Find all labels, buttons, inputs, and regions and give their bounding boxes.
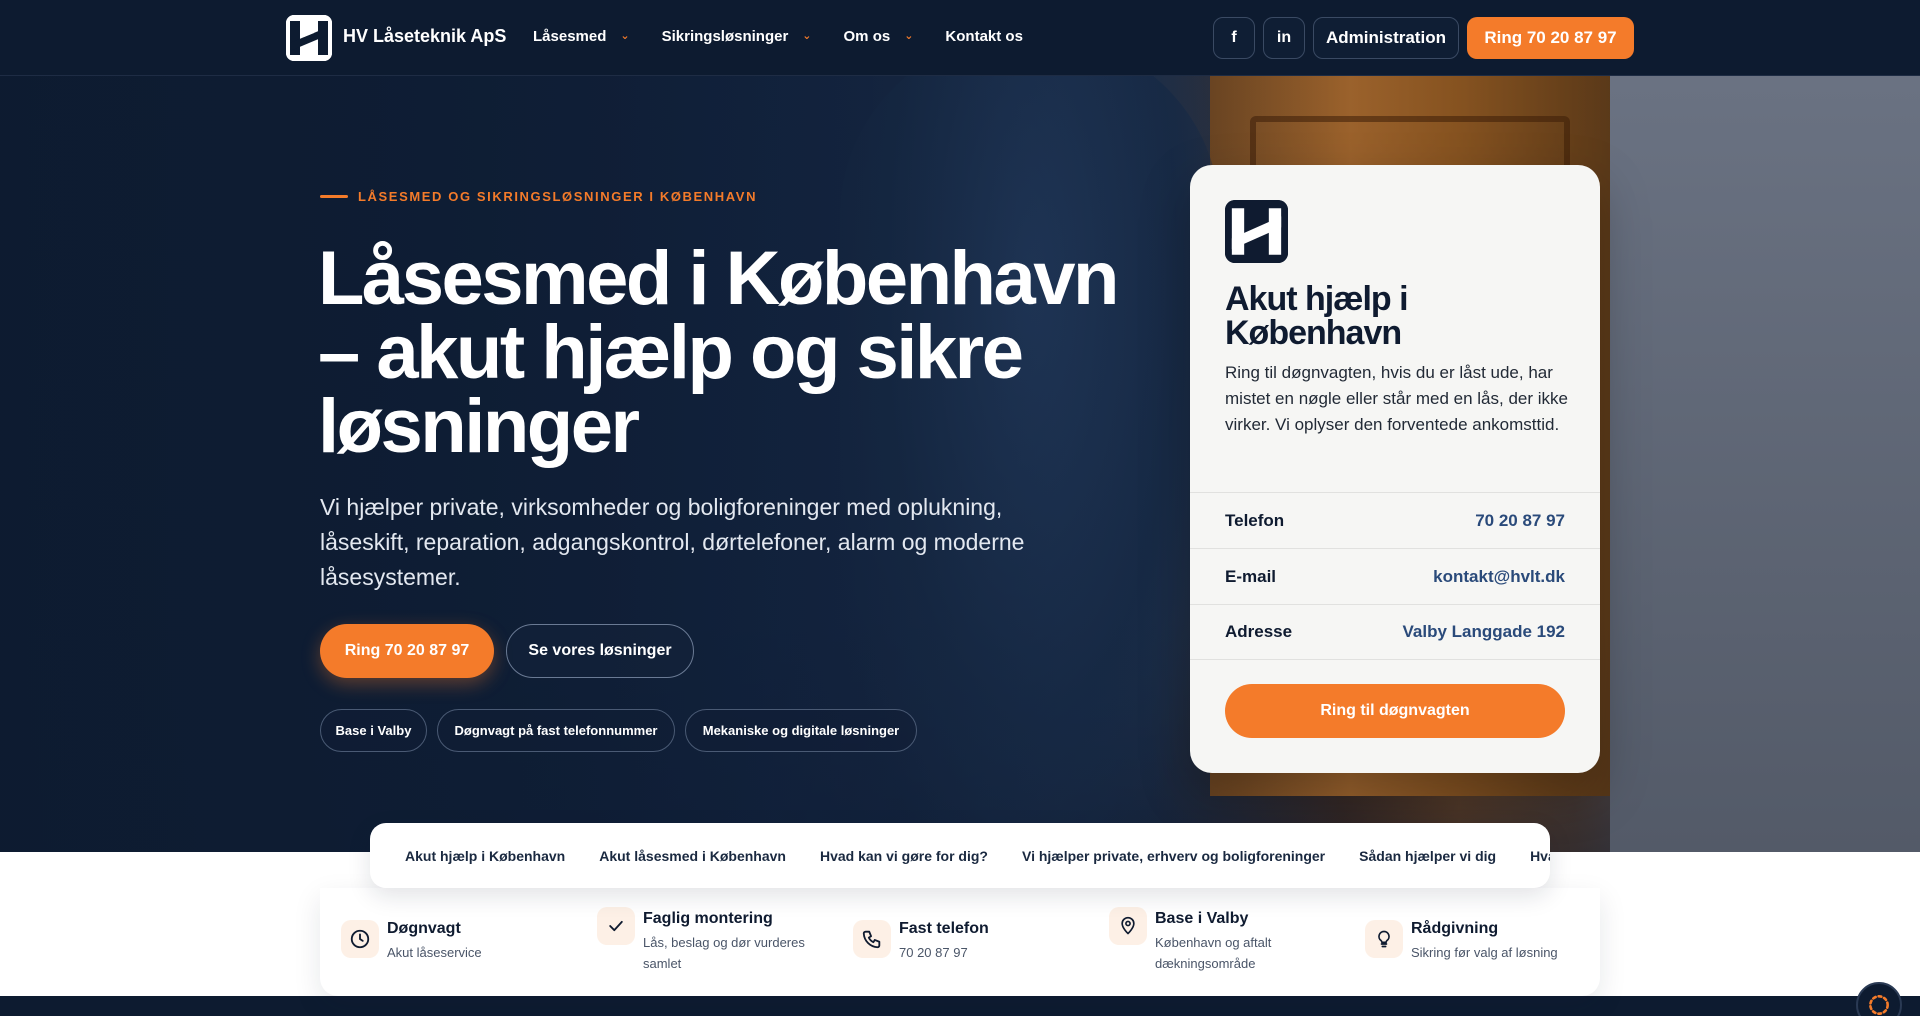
- pill-dognvagt: Døgnvagt på fast telefonnummer: [437, 709, 675, 752]
- feature-fast-telefon: Fast telefon 70 20 87 97: [832, 888, 1082, 996]
- feature-desc: Akut låseservice: [387, 945, 482, 960]
- call-dognvagt-button[interactable]: Ring til døgnvagten: [1225, 684, 1565, 738]
- nav-item-kontakt-os[interactable]: Kontakt os: [945, 28, 1023, 45]
- chevron-down-icon: ⌄: [904, 30, 914, 42]
- call-button-header[interactable]: Ring 70 20 87 97: [1467, 17, 1634, 59]
- feature-title: Fast telefon: [899, 920, 989, 937]
- eyebrow-line: [320, 195, 348, 198]
- hero-eyebrow-text: LÅSESMED OG SIKRINGSLØSNINGER I KØBENHAV…: [358, 189, 758, 204]
- call-button-hero[interactable]: Ring 70 20 87 97: [320, 624, 494, 678]
- map-pin-icon: [1109, 907, 1147, 945]
- tab-akut-hjaelp[interactable]: Akut hjælp i København: [405, 848, 565, 864]
- feature-desc: 70 20 87 97: [899, 945, 968, 960]
- feature-dognvagt: Døgnvagt Akut låseservice: [320, 888, 570, 996]
- card-row-adresse: Adresse Valby Langgade 192: [1190, 604, 1600, 660]
- hero-overlay: [0, 76, 1920, 852]
- card-row-email: E-mail kontakt@hvlt.dk: [1190, 548, 1600, 604]
- feature-base-valby: Base i Valby København og aftalt dækning…: [1088, 888, 1338, 996]
- brand-logo-icon[interactable]: [286, 15, 332, 61]
- feature-desc: København og aftalt dækningsområde: [1155, 935, 1272, 971]
- hero-subtitle: Vi hjælper private, virksomheder og boli…: [320, 494, 1025, 590]
- feature-title: Base i Valby: [1155, 910, 1249, 927]
- tab-akut-lasesmed[interactable]: Akut låsesmed i København: [599, 848, 786, 864]
- see-solutions-button[interactable]: Se vores løsninger: [506, 624, 694, 678]
- feature-title: Rådgivning: [1411, 920, 1499, 937]
- features-bar: Døgnvagt Akut låseservice Faglig monteri…: [320, 888, 1600, 996]
- check-icon: [597, 907, 635, 945]
- chevron-down-icon: ⌄: [802, 30, 812, 42]
- nav-item-label: Låsesmed: [533, 28, 607, 45]
- nav-item-sikringslosninger[interactable]: Sikringsløsninger ⌄: [662, 28, 812, 45]
- nav-item-label: Sikringsløsninger: [661, 28, 789, 45]
- phone-icon: [853, 920, 891, 958]
- feature-title: Faglig montering: [643, 910, 773, 927]
- chat-widget-icon[interactable]: [1856, 982, 1902, 1016]
- nav-item-lasesmed[interactable]: Låsesmed ⌄: [533, 28, 630, 45]
- emergency-card: Akut hjælp i København Ring til døgnvagt…: [1190, 165, 1600, 773]
- row-label: E-mail: [1225, 566, 1277, 586]
- tab-sadan-hjaelper[interactable]: Sådan hjælper vi dig: [1359, 848, 1496, 864]
- lightbulb-icon: [1365, 920, 1403, 958]
- row-label: Adresse: [1225, 622, 1293, 641]
- hero-section: LÅSESMED OG SIKRINGSLØSNINGER I KØBENHAV…: [0, 76, 1920, 852]
- pill-mekaniske-digitale: Mekaniske og digitale løsninger: [685, 709, 917, 752]
- footer-band: [0, 996, 1920, 1016]
- linkedin-button[interactable]: in: [1263, 17, 1305, 59]
- card-title: Akut hjælp i København: [1225, 280, 1409, 352]
- card-text: Ring til døgnvagten, hvis du er låst ude…: [1225, 363, 1568, 434]
- clock-icon: [341, 920, 379, 958]
- hero-eyebrow: LÅSESMED OG SIKRINGSLØSNINGER I KØBENHAV…: [320, 189, 757, 204]
- chevron-down-icon: ⌄: [620, 30, 630, 42]
- feature-desc: Lås, beslag og dør vurderes samlet: [643, 935, 805, 971]
- address-link[interactable]: Valby Langgade 192: [1402, 622, 1565, 642]
- card-row-telefon: Telefon 70 20 87 97: [1190, 492, 1600, 548]
- administration-button[interactable]: Administration: [1313, 17, 1459, 59]
- phone-link[interactable]: 70 20 87 97: [1475, 511, 1565, 531]
- feature-radgivning: Rådgivning Sikring før valg af løsning: [1344, 888, 1594, 996]
- brand-name[interactable]: HV Låseteknik ApS: [343, 26, 506, 47]
- section-tabs: Akut hjælp i København Akut låsesmed i K…: [370, 823, 1550, 888]
- row-label: Telefon: [1225, 510, 1285, 530]
- site-header: HV Låseteknik ApS Låsesmed ⌄ Sikringsløs…: [0, 0, 1920, 76]
- nav-item-label: Om os: [843, 28, 891, 45]
- facebook-button[interactable]: f: [1213, 17, 1255, 59]
- tab-vi-hjaelper[interactable]: Vi hjælper private, erhverv og boligfore…: [1022, 848, 1325, 864]
- feature-faglig-montering: Faglig montering Lås, beslag og dør vurd…: [576, 888, 826, 996]
- nav-item-om-os[interactable]: Om os ⌄: [844, 28, 914, 45]
- nav-item-label: Kontakt os: [945, 28, 1023, 45]
- feature-title: Døgnvagt: [387, 920, 461, 937]
- card-logo-icon: [1225, 200, 1288, 263]
- email-link[interactable]: kontakt@hvlt.dk: [1433, 567, 1565, 587]
- section-tabs-track: Akut hjælp i København Akut låsesmed i K…: [405, 823, 1550, 888]
- tab-hvad-kan-vi[interactable]: Hvad kan vi gøre for dig?: [820, 848, 988, 864]
- tab-hvad-siger[interactable]: Hvad siger kunderne: [1530, 848, 1550, 864]
- feature-desc: Sikring før valg af løsning: [1411, 945, 1558, 960]
- main-nav: Låsesmed ⌄ Sikringsløsninger ⌄ Om os ⌄ K…: [533, 28, 1055, 45]
- hero-title: Låsesmed i København – akut hjælp og sik…: [318, 236, 1119, 469]
- pill-base-valby: Base i Valby: [320, 709, 427, 752]
